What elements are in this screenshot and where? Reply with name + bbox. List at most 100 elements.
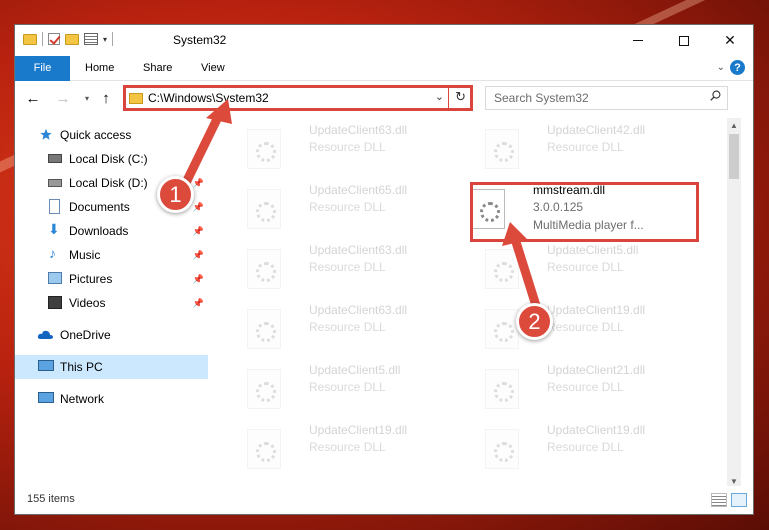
file-description: Resource DLL <box>309 200 386 214</box>
sidebar-item-label: Quick access <box>60 128 132 142</box>
folder-icon <box>129 93 143 104</box>
folder-icon <box>23 33 37 45</box>
file-name: UpdateClient19.dll <box>547 303 646 317</box>
list-item[interactable]: UpdateClient42.dll Resource DLL <box>471 123 691 173</box>
refresh-icon[interactable]: ↻ <box>455 89 466 105</box>
file-description: Resource DLL <box>309 260 386 274</box>
file-description: Resource DLL <box>547 440 624 454</box>
pin-icon[interactable]: 📌 <box>193 226 204 237</box>
star-icon <box>40 128 52 140</box>
list-item[interactable]: UpdateClient5.dll Resource DLL <box>471 243 691 293</box>
window-title: System32 <box>173 33 227 47</box>
network-icon <box>38 392 54 403</box>
list-item[interactable]: UpdateClient21.dll Resource DLL <box>471 363 691 413</box>
scroll-thumb[interactable] <box>729 134 739 179</box>
music-icon: ♪ <box>49 245 56 261</box>
back-arrow-icon[interactable]: ← <box>23 88 43 108</box>
documents-icon <box>49 199 60 214</box>
dll-file-icon <box>485 129 519 169</box>
drive-icon <box>48 154 62 163</box>
minimize-icon <box>633 40 643 41</box>
pin-icon[interactable]: 📌 <box>193 298 204 309</box>
sidebar-item-this-pc[interactable]: This PC <box>15 355 208 379</box>
tab-view[interactable]: View <box>187 56 239 81</box>
file-name: UpdateClient42.dll <box>547 123 646 137</box>
file-highlight-box <box>470 182 699 242</box>
details-view-icon[interactable] <box>711 493 727 507</box>
search-placeholder: Search System32 <box>494 91 589 105</box>
close-button[interactable]: ✕ <box>707 25 753 56</box>
sidebar-item-quick-access[interactable]: Quick access <box>15 123 208 147</box>
list-item[interactable]: UpdateClient19.dll Resource DLL <box>471 423 691 473</box>
file-description: Resource DLL <box>547 260 624 274</box>
sidebar-item-label: Music <box>69 248 101 262</box>
minimize-button[interactable] <box>615 25 661 56</box>
maximize-button[interactable] <box>661 25 707 56</box>
chevron-down-icon[interactable]: ▾ <box>103 35 107 44</box>
sidebar-item-videos[interactable]: Videos 📌 <box>15 291 208 315</box>
tab-home[interactable]: Home <box>71 56 128 81</box>
chevron-down-icon[interactable]: ⌄ <box>435 90 444 103</box>
file-description: Resource DLL <box>547 140 624 154</box>
file-name: UpdateClient19.dll <box>547 423 646 437</box>
sidebar-item-music[interactable]: ♪ Music 📌 <box>15 243 208 267</box>
dll-file-icon <box>485 369 519 409</box>
download-icon: ⬇ <box>48 221 60 237</box>
address-bar[interactable]: C:\Windows\System32 ⌄ ↻ <box>123 85 473 111</box>
list-item[interactable]: UpdateClient19.dll Resource DLL <box>471 303 691 353</box>
video-icon <box>48 296 62 309</box>
file-name: UpdateClient65.dll <box>309 183 408 197</box>
sidebar-item-network[interactable]: Network <box>15 387 208 411</box>
search-icon[interactable] <box>710 90 721 101</box>
file-name: UpdateClient5.dll <box>309 363 401 377</box>
navigation-bar: ← → ▾ ↑ C:\Windows\System32 ⌄ ↻ Search S… <box>15 82 753 115</box>
list-item[interactable]: UpdateClient5.dll Resource DLL <box>233 363 453 413</box>
status-bar: 155 items <box>15 486 753 514</box>
close-icon: ✕ <box>724 32 736 48</box>
dll-file-icon <box>247 189 281 229</box>
forward-arrow-icon[interactable]: → <box>53 88 73 108</box>
sidebar-item-label: Local Disk (C:) <box>69 152 148 166</box>
tab-share[interactable]: Share <box>129 56 186 81</box>
sidebar-item-onedrive[interactable]: OneDrive <box>15 323 208 347</box>
callout-badge-1: 1 <box>157 176 194 213</box>
file-description: Resource DLL <box>547 320 624 334</box>
expand-ribbon-icon[interactable]: ⌄ <box>717 62 725 73</box>
sidebar-item-local-disk-c[interactable]: Local Disk (C:) <box>15 147 208 171</box>
sidebar-item-label: Pictures <box>69 272 113 286</box>
help-icon[interactable]: ? <box>730 60 745 75</box>
file-description: Resource DLL <box>309 140 386 154</box>
vertical-scrollbar[interactable]: ▲ ▼ <box>727 118 741 488</box>
customize-icon[interactable] <box>84 33 98 45</box>
recent-locations-icon[interactable]: ▾ <box>77 88 97 108</box>
new-folder-icon[interactable] <box>65 33 79 45</box>
address-path[interactable]: C:\Windows\System32 <box>148 91 269 105</box>
up-arrow-icon[interactable]: ↑ <box>96 88 116 108</box>
pin-icon[interactable]: 📌 <box>193 178 204 189</box>
pin-icon[interactable]: 📌 <box>193 274 204 285</box>
cloud-icon <box>37 330 53 339</box>
sidebar-item-downloads[interactable]: ⬇ Downloads 📌 <box>15 219 208 243</box>
pin-icon[interactable]: 📌 <box>193 202 204 213</box>
file-description: Resource DLL <box>309 320 386 334</box>
explorer-window: ▾ System32 ✕ File Home Share View ⌄ ? ← … <box>14 24 754 515</box>
list-item[interactable]: UpdateClient63.dll Resource DLL <box>233 243 453 293</box>
dll-file-icon <box>485 249 519 289</box>
list-item[interactable]: UpdateClient19.dll Resource DLL <box>233 423 453 473</box>
quick-access-toolbar: ▾ <box>23 32 114 46</box>
sidebar-item-pictures[interactable]: Pictures 📌 <box>15 267 208 291</box>
search-input[interactable]: Search System32 <box>485 86 728 110</box>
list-item[interactable]: UpdateClient63.dll Resource DLL <box>233 123 453 173</box>
scroll-up-icon[interactable]: ▲ <box>727 118 741 132</box>
list-item[interactable]: UpdateClient65.dll Resource DLL <box>233 183 453 233</box>
item-count: 155 items <box>27 493 75 505</box>
pin-icon[interactable]: 📌 <box>193 250 204 261</box>
file-name: UpdateClient5.dll <box>547 243 639 257</box>
divider <box>112 32 114 46</box>
tab-file[interactable]: File <box>15 56 70 81</box>
file-name: UpdateClient63.dll <box>309 303 408 317</box>
dll-file-icon <box>247 369 281 409</box>
properties-check-icon[interactable] <box>48 33 60 45</box>
list-item[interactable]: UpdateClient63.dll Resource DLL <box>233 303 453 353</box>
large-icons-view-icon[interactable] <box>731 493 747 507</box>
